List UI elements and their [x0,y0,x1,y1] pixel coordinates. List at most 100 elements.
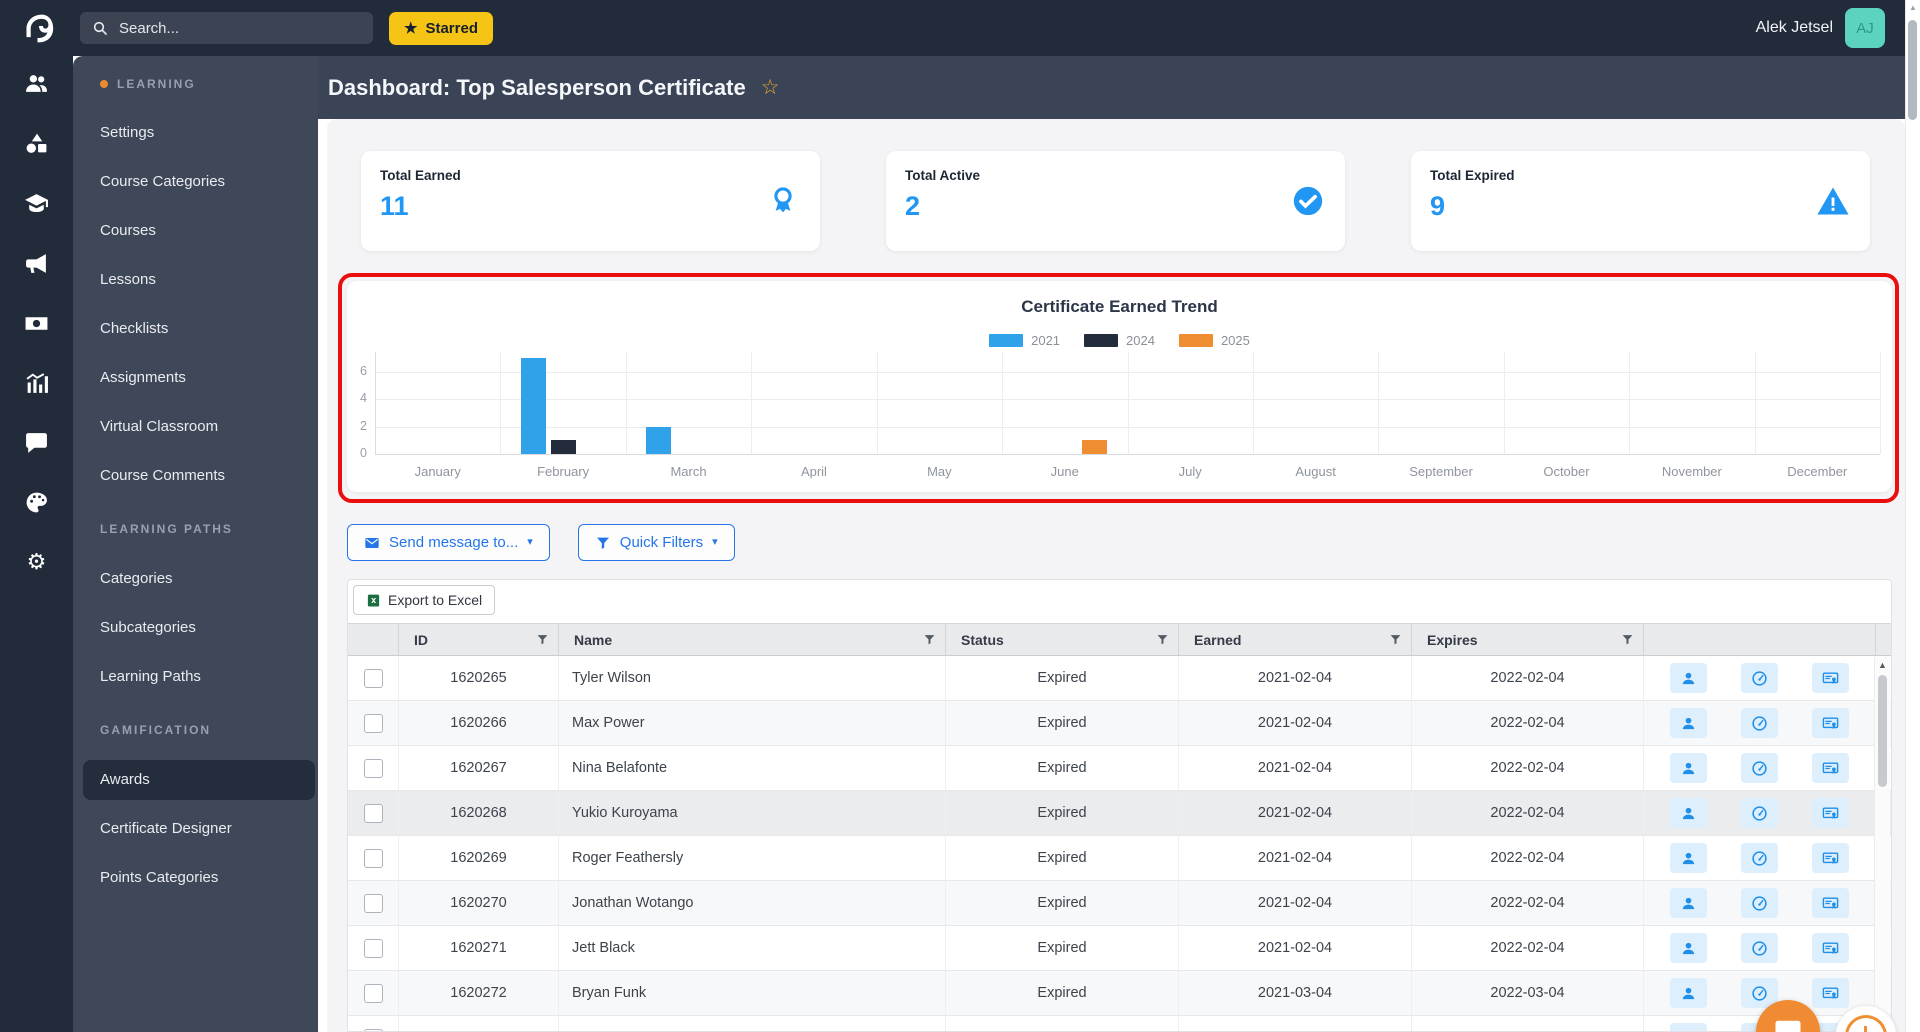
shapes-icon[interactable] [0,129,73,157]
certificate-action-button[interactable] [1812,663,1849,693]
search-icon [93,21,107,35]
column-header-earned[interactable]: Earned [1179,624,1412,655]
chevron-down-icon: ▾ [527,536,533,548]
row-checkbox[interactable] [363,893,383,913]
row-checkbox[interactable] [363,983,383,1003]
sidebar-item-course-comments[interactable]: Course Comments [73,456,318,496]
filter-funnel-icon[interactable] [1621,633,1634,646]
chevron-down-icon: ▾ [712,536,718,548]
row-checkbox[interactable] [363,758,383,778]
banknote-icon[interactable] [0,309,73,337]
palette-icon[interactable] [0,488,73,516]
users-icon[interactable] [0,69,73,97]
row-checkbox[interactable] [363,1028,383,1031]
row-checkbox[interactable] [363,668,383,688]
person-action-button[interactable] [1670,888,1707,918]
search-input[interactable] [117,18,361,38]
sidebar-item-assignments[interactable]: Assignments [73,358,318,398]
certificate-action-button[interactable] [1812,888,1849,918]
export-to-excel-button[interactable]: Export to Excel [353,585,496,615]
person-action-button[interactable] [1670,843,1707,873]
stat-card-total-active: Total Active 2 [886,151,1345,251]
certificate-action-button[interactable] [1812,843,1849,873]
person-action-button[interactable] [1670,933,1707,963]
certificate-action-button[interactable] [1812,708,1849,738]
certificate-action-button[interactable] [1812,753,1849,783]
user-name[interactable]: Alek Jetsel [1756,19,1833,37]
sidebar-item-points-categories[interactable]: Points Categories [73,858,318,898]
graduation-cap-icon[interactable] [0,189,73,217]
filter-funnel-icon[interactable] [1156,633,1169,646]
sidebar-item-courses[interactable]: Courses [73,211,318,251]
dashboard-action-button[interactable] [1741,663,1778,693]
excel-icon [367,594,380,606]
x-axis-label-june: June [1050,464,1079,479]
column-header-name[interactable]: Name [559,624,946,655]
megaphone-icon[interactable] [0,249,73,277]
dashboard-action-button[interactable] [1741,888,1778,918]
starred-button[interactable]: ★ Starred [389,12,493,45]
person-action-button[interactable] [1670,1023,1707,1031]
avatar[interactable]: AJ [1845,8,1885,48]
checkbox-cell [348,746,399,790]
legend-item-2025[interactable]: 2025 [1178,333,1250,348]
filter-icon [596,537,609,549]
cell-earned: 2021-02-04 [1179,791,1412,835]
x-axis-label-april: April [800,464,827,479]
filter-funnel-icon[interactable] [536,633,549,646]
person-action-button[interactable] [1670,708,1707,738]
sidebar-item-lessons[interactable]: Lessons [73,260,318,300]
sidebar-item-settings[interactable]: Settings [73,113,318,153]
legend-item-2024[interactable]: 2024 [1084,333,1155,348]
sidebar-item-subcategories[interactable]: Subcategories [73,608,318,648]
certificate-action-button[interactable] [1812,933,1849,963]
send-message-button[interactable]: Send message to... ▾ [347,524,550,561]
person-action-button[interactable] [1670,798,1707,828]
sidebar-item-course-categories[interactable]: Course Categories [73,162,318,202]
scrollbar-thumb[interactable] [1878,675,1887,787]
sidebar-item-learning-paths[interactable]: Learning Paths [73,657,318,697]
legend-item-2021[interactable]: 2021 [989,333,1060,348]
sidebar-item-checklists[interactable]: Checklists [73,309,318,349]
dashboard-action-button[interactable] [1741,753,1778,783]
row-checkbox[interactable] [363,938,383,958]
scrollbar-thumb[interactable] [1908,20,1917,120]
table-row: 1620268 Yukio Kuroyama Expired 2021-02-04 20… [348,791,1891,836]
column-header-expires[interactable]: Expires [1412,624,1644,655]
column-header-status[interactable]: Status [946,624,1179,655]
star-icon: ★ [404,20,418,37]
sidebar-item-virtual-classroom[interactable]: Virtual Classroom [73,407,318,447]
page-scrollbar: ▲ [1905,0,1920,1032]
gridline [1880,352,1881,454]
dashboard-action-button[interactable] [1741,933,1778,963]
bar-chart-icon[interactable] [0,369,73,397]
favorite-star-icon[interactable]: ☆ [761,77,780,98]
dashboard-action-button[interactable] [1741,708,1778,738]
gear-icon[interactable]: ⚙ [0,548,73,576]
cell-status: Expired [946,836,1179,880]
cell-expires: 2022-03-04 [1412,1016,1644,1031]
person-action-button[interactable] [1670,753,1707,783]
person-action-button[interactable] [1670,663,1707,693]
starred-label: Starred [425,20,478,37]
certificate-action-button[interactable] [1812,798,1849,828]
chat-icon[interactable] [0,428,73,456]
legend-swatch [989,334,1024,347]
sidebar-item-categories[interactable]: Categories [73,559,318,599]
sidebar-item-certificate-designer[interactable]: Certificate Designer [73,809,318,849]
filter-funnel-icon[interactable] [923,633,936,646]
row-checkbox[interactable] [363,803,383,823]
row-checkbox[interactable] [363,848,383,868]
row-checkbox[interactable] [363,713,383,733]
filter-funnel-icon[interactable] [1389,633,1402,646]
scroll-up-arrow[interactable]: ▲ [1906,3,1920,12]
quick-filters-button[interactable]: Quick Filters ▾ [577,524,735,561]
elephant-logo-icon[interactable] [18,7,58,49]
column-header-id[interactable]: ID [399,624,559,655]
person-action-button[interactable] [1670,978,1707,1008]
scroll-up-arrow[interactable]: ▲ [1875,660,1890,670]
dashboard-action-button[interactable] [1741,798,1778,828]
dashboard-action-button[interactable] [1741,843,1778,873]
sidebar-item-awards[interactable]: Awards [83,760,315,800]
certificate-action-button[interactable] [1812,978,1849,1008]
